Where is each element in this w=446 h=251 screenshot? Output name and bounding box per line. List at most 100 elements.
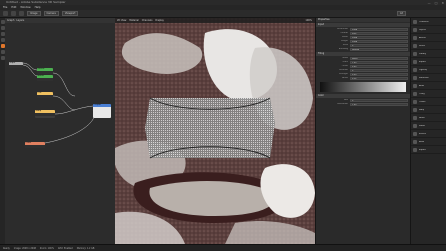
property-row: Blending Normal [316, 47, 410, 51]
property-field[interactable]: 0 [350, 98, 408, 102]
panel-item[interactable]: Channels [411, 18, 446, 26]
viewport-dropdown[interactable]: Viewport [61, 11, 79, 16]
node-warp[interactable]: Warp [35, 110, 55, 118]
property-field[interactable]: 1.00 [350, 60, 408, 64]
select-tool-icon[interactable] [0, 20, 5, 24]
close-button[interactable]: ✕ [441, 1, 444, 5]
crop-tool-icon[interactable] [0, 56, 5, 60]
panel-item[interactable]: Atlas [411, 82, 446, 90]
minimize-button[interactable]: — [428, 1, 431, 5]
property-field[interactable]: PNG [350, 31, 408, 35]
property-row: Falloff 0.25 [316, 76, 410, 80]
library-icon [413, 51, 417, 56]
panel-item[interactable]: Tiling [411, 90, 446, 98]
panel-item[interactable]: Colors [411, 98, 446, 106]
picker-tool-icon[interactable] [0, 50, 5, 54]
panel-item[interactable]: Lighting [411, 66, 446, 74]
viewport-header: 2D View Material Channels Display 100% [115, 18, 315, 23]
property-field[interactable]: 0 [350, 43, 408, 47]
effects-icon [413, 131, 417, 136]
gradient-ramp[interactable] [320, 82, 406, 92]
property-row: Saturation 1.00 [316, 102, 410, 106]
viewport-display[interactable]: Display [155, 19, 163, 22]
lighting-icon [413, 67, 417, 72]
status-zoom: Zoom: 100% [39, 246, 54, 250]
warp-icon [413, 107, 417, 112]
node-blend[interactable]: Blend [37, 75, 53, 81]
redo-icon[interactable] [11, 11, 16, 16]
panel-item[interactable]: Export [411, 58, 446, 66]
node-connections [22, 62, 95, 144]
menu-edit[interactable]: Edit [11, 6, 16, 9]
panel-item[interactable]: Masks [411, 122, 446, 130]
noise-icon [413, 115, 417, 120]
panel-item[interactable]: Assets [411, 34, 446, 42]
node-editor[interactable]: Graph Layers Input Levels Blend Tile War… [5, 18, 115, 244]
viewport-mode[interactable]: 2D View [117, 19, 126, 22]
right-panel: Channels Layers Assets Filters Library E… [410, 18, 446, 244]
node-input[interactable]: Input [9, 62, 23, 68]
status-gpu: GPU: Enabled [57, 246, 73, 250]
property-field[interactable]: 1.00 [350, 102, 408, 106]
filters-icon [413, 43, 417, 48]
panel-item[interactable]: Export [411, 146, 446, 154]
colors-icon [413, 99, 417, 104]
masks-icon [413, 123, 417, 128]
undo-icon[interactable] [3, 11, 8, 16]
texture-preview [115, 18, 315, 244]
export-icon [413, 59, 417, 64]
bake-icon [413, 139, 417, 144]
materials-icon [413, 75, 417, 80]
panel-item[interactable]: Warp [411, 106, 446, 114]
fill-tool-icon[interactable] [0, 44, 5, 48]
image-dropdown[interactable]: Image [27, 11, 41, 16]
property-field[interactable]: Normal [350, 47, 408, 51]
property-field[interactable]: 0 [350, 68, 408, 72]
status-image-size: Image: 2048 x 2048 [13, 246, 36, 250]
property-field[interactable]: 2048 [350, 39, 408, 43]
menu-file[interactable]: File [3, 6, 7, 9]
atlas-icon [413, 83, 417, 88]
property-field[interactable]: 0.50 [350, 72, 408, 76]
tiling-icon [413, 91, 417, 96]
panel-item[interactable]: Noise [411, 114, 446, 122]
menu-help[interactable]: Help [35, 6, 41, 9]
viewport[interactable]: 2D View Material Channels Display 100% [115, 18, 315, 244]
property-field[interactable]: Patch [350, 56, 408, 60]
panel-item[interactable]: Materials [411, 74, 446, 82]
panel-item[interactable]: Bake [411, 138, 446, 146]
move-tool-icon[interactable] [0, 26, 5, 30]
status-memory: Memory: 1.2 GB [76, 246, 95, 250]
viewport-material[interactable]: Material [129, 19, 138, 22]
maximize-button[interactable]: □ [435, 1, 438, 5]
property-field[interactable]: 0.25 [350, 76, 408, 80]
viewport-zoom[interactable]: 100% [305, 19, 312, 22]
viewport-channels[interactable]: Channels [142, 19, 153, 22]
camera-dropdown[interactable]: Camera [43, 11, 59, 16]
panel-item[interactable]: Filters [411, 42, 446, 50]
node-color[interactable]: Color [25, 142, 45, 148]
status-text: Ready [3, 246, 10, 250]
properties-tab[interactable]: Properties [316, 18, 410, 22]
assets-icon [413, 35, 417, 40]
properties-panel: Properties Input Resolution 2048 Format PN… [315, 18, 410, 244]
node-tile[interactable]: Tile [37, 92, 53, 98]
status-bar: Ready Image: 2048 x 2048 Zoom: 100% GPU:… [0, 244, 446, 251]
render-mode-dropdown[interactable]: Lit [397, 11, 406, 16]
property-field[interactable]: 0.00 [350, 64, 408, 68]
property-field[interactable]: 2048 [350, 35, 408, 39]
node-levels[interactable]: Levels [37, 68, 53, 74]
panel-item[interactable]: Library [411, 50, 446, 58]
node-output[interactable]: Output [93, 104, 111, 118]
property-field[interactable]: 2048 [350, 27, 408, 31]
channels-icon [413, 19, 417, 24]
menu-window[interactable]: Window [20, 6, 30, 9]
eraser-tool-icon[interactable] [0, 38, 5, 42]
toolbar: Image Camera Viewport Lit [0, 10, 446, 18]
export-icon [413, 147, 417, 152]
panel-item[interactable]: Layers [411, 26, 446, 34]
panel-item[interactable]: Effects [411, 130, 446, 138]
layers-icon [413, 27, 417, 32]
save-icon[interactable] [19, 11, 24, 16]
brush-tool-icon[interactable] [0, 32, 5, 36]
